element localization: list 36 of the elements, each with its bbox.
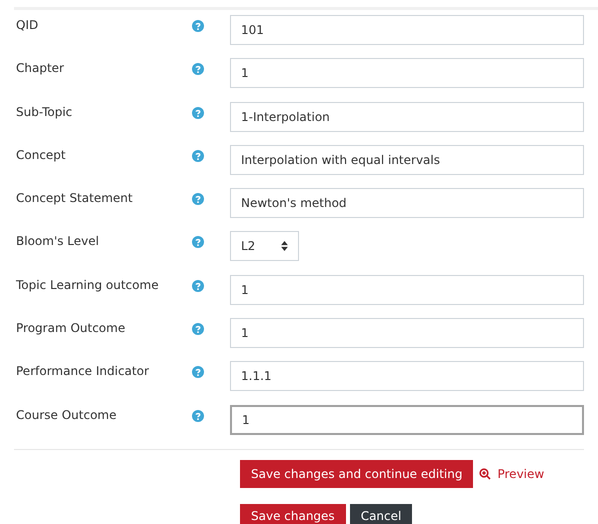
field-label: Topic Learning outcome (15, 276, 160, 292)
select-field[interactable]: L2 (230, 231, 299, 262)
field-label: Concept (15, 146, 67, 162)
help-icon[interactable] (192, 193, 204, 206)
field-label: Program Outcome (15, 320, 126, 336)
cancel-button[interactable]: Cancel (350, 504, 412, 524)
help-icon[interactable] (192, 323, 204, 336)
help-icon[interactable] (192, 63, 204, 76)
help-icon[interactable] (192, 106, 204, 119)
text-field[interactable]: 1 (230, 318, 584, 348)
save-continue-button[interactable]: Save changes and continue editing (240, 460, 474, 488)
text-field[interactable]: Interpolation with equal intervals (230, 144, 584, 175)
preview-link[interactable]: Preview (479, 466, 544, 481)
help-icon[interactable] (192, 410, 204, 422)
help-icon[interactable] (192, 236, 204, 248)
field-label: Bloom's Level (15, 233, 100, 248)
save-button[interactable]: Save changes (240, 504, 346, 524)
field-label: Sub-Topic (15, 104, 74, 119)
field-label: Chapter (15, 60, 65, 76)
text-field[interactable]: 1-Interpolation (230, 102, 584, 132)
text-field[interactable]: Newton's method (230, 188, 584, 218)
help-icon[interactable] (192, 280, 204, 292)
text-field[interactable]: 1 (230, 274, 584, 305)
field-label: Concept Statement (15, 190, 134, 206)
text-field[interactable]: 1 (230, 404, 584, 435)
sort-arrows-icon (281, 241, 288, 252)
help-icon[interactable] (192, 20, 204, 32)
text-field[interactable]: 1 (230, 58, 584, 88)
zoom-in-icon (479, 468, 492, 480)
text-field[interactable]: 1.1.1 (230, 361, 584, 392)
help-icon[interactable] (192, 366, 204, 378)
help-icon[interactable] (192, 150, 204, 162)
field-label: Course Outcome (15, 406, 118, 422)
text-field[interactable]: 101 (230, 15, 584, 45)
field-label: Performance Indicator (15, 363, 150, 378)
field-label: QID (15, 17, 40, 32)
